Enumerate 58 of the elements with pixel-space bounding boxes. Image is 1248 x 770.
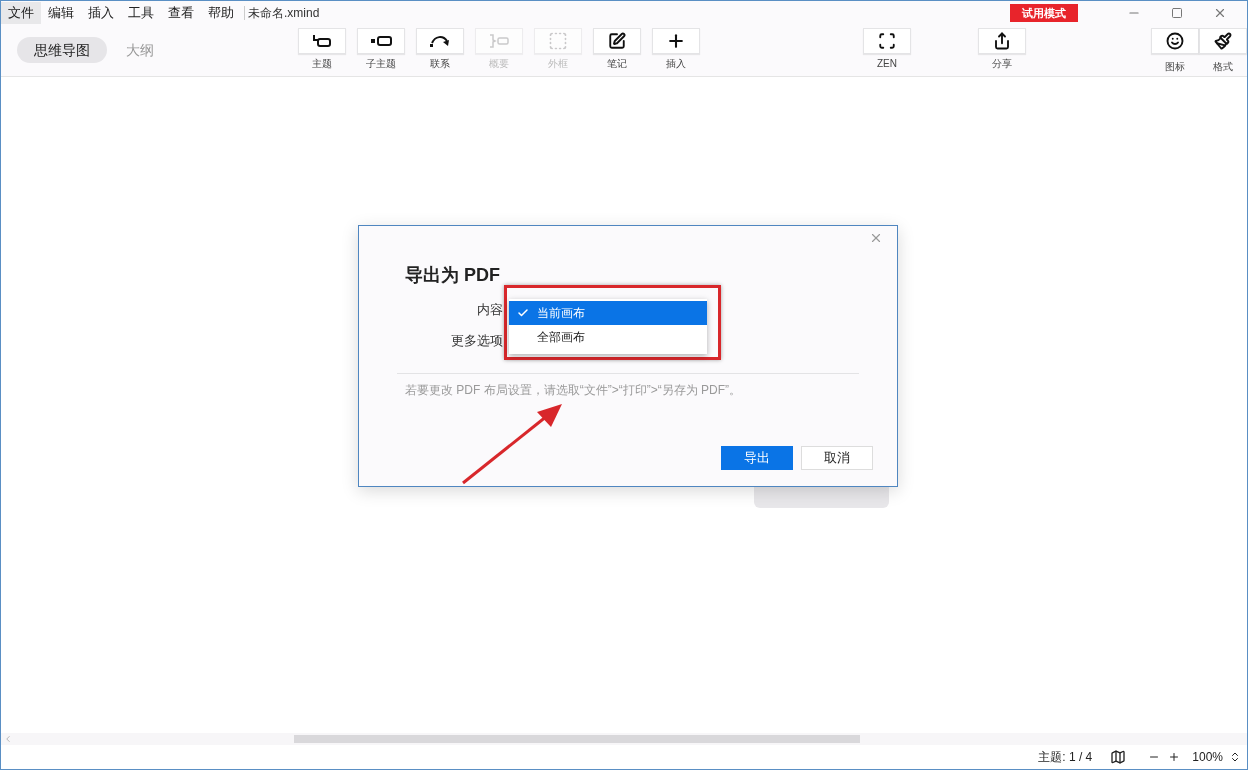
dropdown-option[interactable]: 全部画布 xyxy=(509,325,707,349)
dialog-title: 导出为 PDF xyxy=(405,265,500,285)
subtopic-icon xyxy=(370,36,392,46)
menu-item[interactable]: 帮助 xyxy=(201,2,241,24)
zoom-stepper-icon[interactable] xyxy=(1229,751,1241,763)
zoom-in-icon[interactable] xyxy=(1168,751,1181,763)
toolbar-label: 联系 xyxy=(430,57,450,71)
dashed-square-icon xyxy=(548,31,568,51)
dropdown-option[interactable]: 当前画布 xyxy=(509,301,707,325)
plus-icon xyxy=(666,31,686,51)
zoom-level: 100% xyxy=(1192,749,1223,766)
note-icon xyxy=(608,32,626,50)
toolbar-label: 分享 xyxy=(992,57,1012,71)
fullscreen-icon xyxy=(878,32,896,50)
toolbar-label: 外框 xyxy=(548,57,568,71)
toolbar-label: 图标 xyxy=(1165,60,1185,74)
field-label: 内容 xyxy=(477,301,503,318)
trial-mode-badge[interactable]: 试用模式 xyxy=(1010,4,1078,22)
field-label: 更多选项 xyxy=(451,332,503,349)
paintbrush-icon xyxy=(1214,32,1232,50)
toolbar-label: 子主题 xyxy=(366,57,396,71)
hint-text: 若要更改 PDF 布局设置，请选取“文件”>“打印”>“另存为 PDF”。 xyxy=(405,382,742,399)
toolbar-button[interactable] xyxy=(652,28,700,54)
menu-item[interactable]: 文件 xyxy=(1,2,41,24)
toolbar-button[interactable] xyxy=(298,28,346,54)
file-name: 未命名.xmind xyxy=(248,5,320,22)
cancel-button[interactable]: 取消 xyxy=(801,446,873,470)
view-tab[interactable]: 思维导图 xyxy=(17,37,107,63)
maximize-icon[interactable] xyxy=(1171,7,1183,19)
menu-item[interactable]: 插入 xyxy=(81,2,121,24)
check-icon xyxy=(517,307,529,319)
share-icon xyxy=(993,32,1011,50)
topic-icon xyxy=(312,34,332,48)
toolbar-label: 格式 xyxy=(1213,60,1233,74)
toolbar-button[interactable] xyxy=(416,28,464,54)
toolbar-button[interactable] xyxy=(978,28,1026,54)
toolbar-button[interactable] xyxy=(593,28,641,54)
bracket-icon xyxy=(488,34,510,48)
toolbar-button[interactable] xyxy=(357,28,405,54)
map-icon[interactable] xyxy=(1110,749,1127,765)
smiley-icon xyxy=(1166,32,1184,50)
toolbar-label: 笔记 xyxy=(607,57,627,71)
toolbar-button[interactable] xyxy=(1199,28,1247,54)
close-icon[interactable] xyxy=(1213,6,1227,20)
export-button[interactable]: 导出 xyxy=(721,446,793,470)
topic-count: 主题: 1 / 4 xyxy=(1038,749,1093,766)
menu-item[interactable]: 编辑 xyxy=(41,2,81,24)
toolbar-label: 主题 xyxy=(312,57,332,71)
toolbar-label: 概要 xyxy=(489,57,509,71)
scrollbar-thumb[interactable] xyxy=(294,735,860,743)
close-icon[interactable] xyxy=(869,231,883,245)
toolbar-button[interactable] xyxy=(863,28,911,54)
toolbar-label: ZEN xyxy=(877,57,897,71)
menu-item[interactable]: 工具 xyxy=(121,2,161,24)
toolbar-label: 插入 xyxy=(666,57,686,71)
curved-arrow-icon xyxy=(429,34,451,48)
menu-item[interactable]: 查看 xyxy=(161,2,201,24)
toolbar-button[interactable] xyxy=(1151,28,1199,54)
